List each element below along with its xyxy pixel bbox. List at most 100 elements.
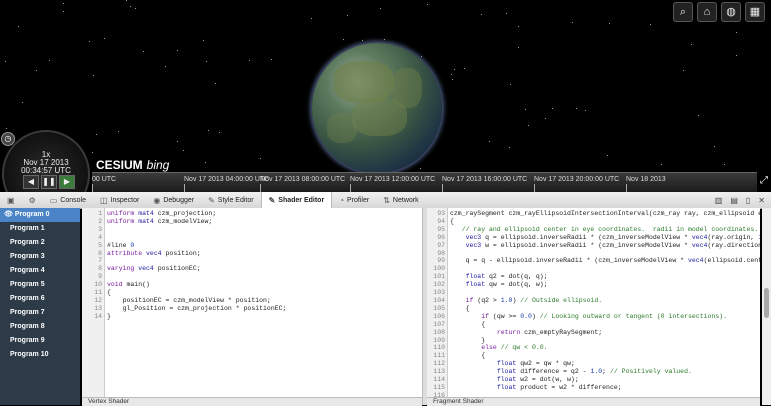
code-line[interactable]: float qw2 = qw * qw; — [450, 360, 760, 368]
code-line[interactable]: q = q - ellipsoid.inverseRadii * (czm_in… — [450, 257, 760, 265]
program-item[interactable]: Program 9 — [0, 334, 80, 348]
search-icon[interactable]: ⌕ — [673, 2, 693, 22]
star — [576, 108, 577, 109]
line-number: 10 — [94, 281, 102, 289]
responsive-icon[interactable]: ▥ — [715, 196, 723, 205]
cesium-viewer[interactable]: ⌕ ⌂ ◍ ▦ ◷ 1x Nov 17 2013 00:34:57 UTC ◀ … — [0, 0, 771, 192]
code-line[interactable]: attribute vec4 position; — [107, 250, 286, 258]
program-item[interactable]: Program 3 — [0, 250, 80, 264]
star — [518, 26, 519, 27]
star — [249, 60, 250, 61]
fullscreen-icon[interactable]: ⤢ — [757, 175, 771, 190]
pause-button[interactable]: ❚❚ — [41, 175, 57, 189]
timeline-tick — [626, 184, 627, 192]
dock-icon[interactable]: ▤ — [730, 196, 738, 205]
code-line[interactable]: float qw = dot(q, w); — [450, 281, 760, 289]
code-line[interactable]: float w2 = dot(w, w); — [450, 376, 760, 384]
code-line[interactable]: if (q2 > 1.0) // Outside ellipsoid. — [450, 297, 760, 305]
tab-style-editor[interactable]: ✎ Style Editor — [201, 192, 261, 208]
code-line[interactable]: vec3 w = ellipsoid.inverseRadii * (czm_i… — [450, 242, 760, 250]
star — [18, 26, 19, 27]
program-item[interactable]: 👁 Program 0 — [0, 208, 80, 222]
network-icon: ⇅ — [383, 195, 390, 205]
program-item[interactable]: Program 2 — [0, 236, 80, 250]
tab-console[interactable]: ▭ Console — [43, 192, 93, 208]
code-line[interactable]: { — [450, 321, 760, 329]
star — [572, 22, 573, 23]
code-line[interactable] — [107, 226, 286, 234]
code-line[interactable] — [450, 289, 760, 297]
code-line[interactable]: uniform mat4 czm_modelView; — [107, 218, 286, 226]
fragment-shader-code[interactable]: czm_raySegment czm_rayEllipsoidIntersect… — [450, 210, 760, 397]
program-item[interactable]: Program 10 — [0, 348, 80, 362]
tab-debugger[interactable]: ◉ Debugger — [146, 192, 201, 208]
code-line[interactable]: } — [450, 337, 760, 345]
star — [260, 158, 261, 159]
code-line[interactable]: positionEC = czm_modelView * position; — [107, 297, 286, 305]
code-line[interactable]: return czm_emptyRaySegment; — [450, 329, 760, 337]
code-line[interactable]: // ray and ellipsoid center in eye coord… — [450, 226, 760, 234]
line-number: 94 — [437, 217, 445, 225]
tab-inspector[interactable]: ◫ Inspector — [93, 192, 146, 208]
star — [96, 134, 97, 135]
code-line[interactable]: uniform mat4 czm_projection; — [107, 210, 286, 218]
tab-label: Inspector — [110, 196, 140, 204]
code-line[interactable]: float difference = q2 - 1.0; // Positive… — [450, 368, 760, 376]
rewind-button[interactable]: ◀ — [23, 175, 39, 189]
globe-icon[interactable]: ◍ — [721, 2, 741, 22]
code-line[interactable]: vec3 q = ellipsoid.inverseRadii * (czm_i… — [450, 234, 760, 242]
editor-scrollbar[interactable] — [762, 208, 771, 405]
vertex-shader-code[interactable]: uniform mat4 czm_projection; uniform mat4… — [107, 210, 286, 321]
code-line[interactable]: float q2 = dot(q, q); — [450, 273, 760, 281]
home-icon[interactable]: ⌂ — [697, 2, 717, 22]
tab-shader-editor[interactable]: ✎ Shader Editor — [260, 192, 333, 208]
program-item[interactable]: Program 1 — [0, 222, 80, 236]
timeline-label: Nov 18 2013 — [626, 176, 666, 183]
code-line[interactable] — [450, 265, 760, 273]
fragment-shader-editor[interactable]: 93 94 95 96 97 98 99 100 101 102 103 104 105 106 107 10… — [427, 208, 760, 397]
tab-label: Console — [60, 196, 86, 204]
play-button[interactable]: ▶ — [59, 175, 75, 189]
program-item[interactable]: Program 5 — [0, 278, 80, 292]
code-line[interactable]: float product = w2 * difference; — [450, 384, 760, 392]
code-line[interactable] — [450, 250, 760, 258]
split-icon[interactable]: ▯ — [746, 196, 750, 205]
code-line[interactable]: czm_raySegment czm_rayEllipsoidIntersect… — [450, 210, 760, 218]
scroll-thumb[interactable] — [764, 288, 769, 318]
cesium-bing-logo[interactable]: CESIUM bing — [96, 158, 169, 172]
program-item[interactable]: Program 8 — [0, 320, 80, 334]
earth-globe[interactable] — [312, 43, 442, 173]
star — [650, 24, 651, 25]
star — [183, 150, 184, 151]
code-line[interactable]: { — [450, 305, 760, 313]
star — [724, 164, 725, 165]
tab-network[interactable]: ⇅ Network — [376, 192, 425, 208]
timeline[interactable]: 00 UTC Nov 17 2013 04:00:00 UTC Nov 17 201… — [92, 172, 757, 192]
code-line[interactable]: #line 0 — [107, 242, 286, 250]
code-line[interactable]: varying vec4 positionEC; — [107, 265, 286, 273]
code-line[interactable]: gl_Position = czm_projection * positionE… — [107, 305, 287, 313]
animation-widget[interactable]: 1x Nov 17 2013 00:34:57 UTC ◀ ❚❚ ▶ — [0, 130, 92, 192]
code-line[interactable]: { — [450, 352, 760, 360]
devtools-options-icon[interactable]: ⚙ — [22, 192, 43, 208]
code-line[interactable]: { — [107, 289, 286, 297]
vertex-shader-editor[interactable]: 1 2 3 4 5 6 7 8 9 10 11 12 13 14 uniform mat4 czm_pro… — [82, 208, 422, 397]
tab-profiler[interactable]: ◔ Profiler — [332, 192, 376, 208]
code-line[interactable] — [107, 273, 286, 281]
code-line[interactable]: } — [107, 313, 286, 321]
layers-icon[interactable]: ▦ — [745, 2, 765, 22]
star — [130, 6, 131, 7]
devtools-toggle-icon[interactable]: ▣ — [0, 192, 22, 208]
close-icon[interactable]: ✕ — [758, 196, 765, 205]
code-line[interactable] — [107, 257, 286, 265]
code-line[interactable]: if (qw >= 0.0) // Looking outward or tan… — [450, 313, 760, 321]
code-line[interactable]: else // qw < 0.0. — [450, 344, 760, 352]
code-line[interactable]: { — [450, 218, 760, 226]
star — [510, 84, 511, 85]
code-line[interactable] — [107, 234, 286, 242]
program-item[interactable]: Program 4 — [0, 264, 80, 278]
program-item[interactable]: Program 6 — [0, 292, 80, 306]
code-line[interactable]: void main() — [107, 281, 286, 289]
program-item[interactable]: Program 7 — [0, 306, 80, 320]
line-number: 96 — [437, 233, 445, 241]
